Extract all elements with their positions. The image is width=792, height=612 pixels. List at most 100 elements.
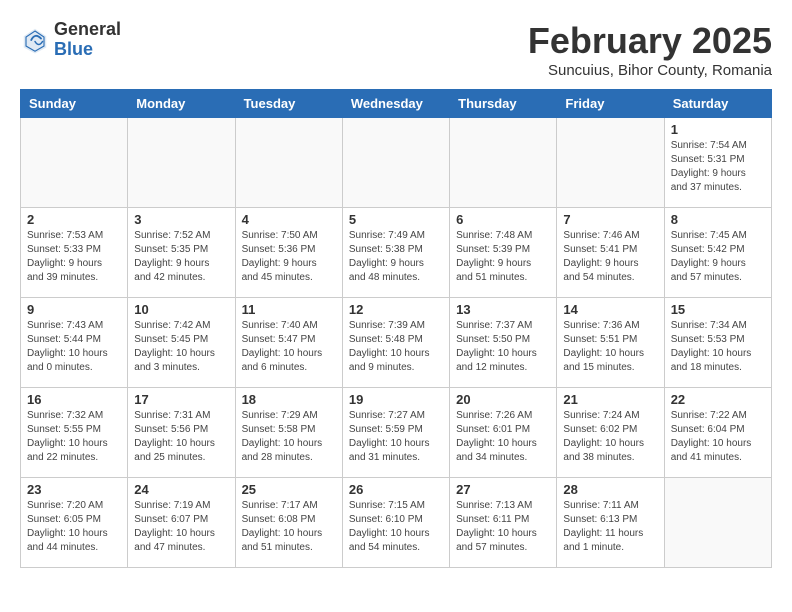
calendar-cell: 23 Sunrise: 7:20 AMSunset: 6:05 PMDayligh… <box>21 478 128 568</box>
day-info: Sunrise: 7:19 AMSunset: 6:07 PMDaylight:… <box>134 499 228 555</box>
weekday-header-friday: Friday <box>557 90 664 118</box>
week-row-1: 1 Sunrise: 7:54 AMSunset: 5:31 PMDaylight… <box>21 118 772 208</box>
calendar-cell: 14 Sunrise: 7:36 AMSunset: 5:51 PMDayligh… <box>557 298 664 388</box>
day-info: Sunrise: 7:52 AMSunset: 5:35 PMDaylight:… <box>134 229 228 285</box>
day-number: 13 <box>456 302 550 317</box>
calendar-header: SundayMondayTuesdayWednesdayThursdayFrid… <box>21 90 772 118</box>
calendar-cell: 1 Sunrise: 7:54 AMSunset: 5:31 PMDaylight… <box>664 118 771 208</box>
day-info: Sunrise: 7:42 AMSunset: 5:45 PMDaylight:… <box>134 319 228 375</box>
day-number: 20 <box>456 392 550 407</box>
calendar-cell: 24Sunrise: 7:19 AMSunset: 6:07 PMDayligh… <box>128 478 235 568</box>
calendar-cell: 3Sunrise: 7:52 AMSunset: 5:35 PMDaylight… <box>128 208 235 298</box>
calendar-cell: 12 Sunrise: 7:39 AMSunset: 5:48 PMDayligh… <box>342 298 449 388</box>
day-number: 28 <box>563 482 657 497</box>
day-info: Sunrise: 7:31 AMSunset: 5:56 PMDaylight:… <box>134 409 228 465</box>
logo-icon <box>20 25 50 55</box>
calendar-cell: 10 Sunrise: 7:42 AMSunset: 5:45 PMDayligh… <box>128 298 235 388</box>
day-info: Sunrise: 7:45 AMSunset: 5:42 PMDaylight:… <box>671 229 765 285</box>
calendar-cell: 9 Sunrise: 7:43 AMSunset: 5:44 PMDaylight… <box>21 298 128 388</box>
calendar-cell: 4 Sunrise: 7:50 AMSunset: 5:36 PMDaylight… <box>235 208 342 298</box>
day-info: Sunrise: 7:43 AMSunset: 5:44 PMDaylight:… <box>27 319 121 375</box>
calendar-cell: 21 Sunrise: 7:24 AMSunset: 6:02 PMDayligh… <box>557 388 664 478</box>
day-info: Sunrise: 7:17 AMSunset: 6:08 PMDaylight:… <box>242 499 336 555</box>
day-info: Sunrise: 7:32 AMSunset: 5:55 PMDaylight:… <box>27 409 121 465</box>
calendar-cell: 22Sunrise: 7:22 AMSunset: 6:04 PMDayligh… <box>664 388 771 478</box>
day-info: Sunrise: 7:54 AMSunset: 5:31 PMDaylight:… <box>671 139 765 195</box>
weekday-header-row: SundayMondayTuesdayWednesdayThursdayFrid… <box>21 90 772 118</box>
calendar-cell: 25 Sunrise: 7:17 AMSunset: 6:08 PMDayligh… <box>235 478 342 568</box>
calendar-cell <box>450 118 557 208</box>
calendar-cell: 26 Sunrise: 7:15 AMSunset: 6:10 PMDayligh… <box>342 478 449 568</box>
title-area: February 2025 Suncuius, Bihor County, Ro… <box>528 20 772 79</box>
calendar-cell: 5 Sunrise: 7:49 AMSunset: 5:38 PMDaylight… <box>342 208 449 298</box>
day-number: 17 <box>134 392 228 407</box>
day-info: Sunrise: 7:49 AMSunset: 5:38 PMDaylight:… <box>349 229 443 285</box>
day-number: 12 <box>349 302 443 317</box>
day-info: Sunrise: 7:20 AMSunset: 6:05 PMDaylight:… <box>27 499 121 555</box>
day-number: 6 <box>456 212 550 227</box>
calendar-cell: 6Sunrise: 7:48 AMSunset: 5:39 PMDaylight… <box>450 208 557 298</box>
day-number: 25 <box>242 482 336 497</box>
day-number: 22 <box>671 392 765 407</box>
week-row-4: 16Sunrise: 7:32 AMSunset: 5:55 PMDayligh… <box>21 388 772 478</box>
calendar-cell <box>21 118 128 208</box>
day-number: 4 <box>242 212 336 227</box>
calendar-cell: 17 Sunrise: 7:31 AMSunset: 5:56 PMDayligh… <box>128 388 235 478</box>
day-info: Sunrise: 7:29 AMSunset: 5:58 PMDaylight:… <box>242 409 336 465</box>
day-info: Sunrise: 7:46 AMSunset: 5:41 PMDaylight:… <box>563 229 657 285</box>
day-number: 21 <box>563 392 657 407</box>
weekday-header-saturday: Saturday <box>664 90 771 118</box>
day-info: Sunrise: 7:36 AMSunset: 5:51 PMDaylight:… <box>563 319 657 375</box>
day-number: 23 <box>27 482 121 497</box>
calendar-cell: 20 Sunrise: 7:26 AMSunset: 6:01 PMDayligh… <box>450 388 557 478</box>
week-row-3: 9 Sunrise: 7:43 AMSunset: 5:44 PMDaylight… <box>21 298 772 388</box>
weekday-header-wednesday: Wednesday <box>342 90 449 118</box>
day-info: Sunrise: 7:15 AMSunset: 6:10 PMDaylight:… <box>349 499 443 555</box>
weekday-header-sunday: Sunday <box>21 90 128 118</box>
location-subtitle: Suncuius, Bihor County, Romania <box>528 62 772 79</box>
day-number: 7 <box>563 212 657 227</box>
day-number: 14 <box>563 302 657 317</box>
logo-blue-text: Blue <box>54 40 121 60</box>
calendar-cell <box>342 118 449 208</box>
day-number: 27 <box>456 482 550 497</box>
day-number: 5 <box>349 212 443 227</box>
logo-general-text: General <box>54 20 121 40</box>
day-info: Sunrise: 7:24 AMSunset: 6:02 PMDaylight:… <box>563 409 657 465</box>
day-number: 9 <box>27 302 121 317</box>
day-number: 1 <box>671 122 765 137</box>
calendar-cell <box>557 118 664 208</box>
calendar-cell: 2Sunrise: 7:53 AMSunset: 5:33 PMDaylight… <box>21 208 128 298</box>
week-row-2: 2Sunrise: 7:53 AMSunset: 5:33 PMDaylight… <box>21 208 772 298</box>
calendar-body: 1 Sunrise: 7:54 AMSunset: 5:31 PMDaylight… <box>21 118 772 568</box>
calendar-cell: 28 Sunrise: 7:11 AMSunset: 6:13 PMDayligh… <box>557 478 664 568</box>
day-number: 26 <box>349 482 443 497</box>
day-info: Sunrise: 7:53 AMSunset: 5:33 PMDaylight:… <box>27 229 121 285</box>
calendar-cell: 15 Sunrise: 7:34 AMSunset: 5:53 PMDayligh… <box>664 298 771 388</box>
weekday-header-thursday: Thursday <box>450 90 557 118</box>
logo-text: General Blue <box>54 20 121 60</box>
calendar-table: SundayMondayTuesdayWednesdayThursdayFrid… <box>20 89 772 568</box>
day-number: 10 <box>134 302 228 317</box>
month-title: February 2025 <box>528 20 772 62</box>
calendar-cell: 19 Sunrise: 7:27 AMSunset: 5:59 PMDayligh… <box>342 388 449 478</box>
day-info: Sunrise: 7:37 AMSunset: 5:50 PMDaylight:… <box>456 319 550 375</box>
calendar-cell: 18Sunrise: 7:29 AMSunset: 5:58 PMDayligh… <box>235 388 342 478</box>
day-number: 8 <box>671 212 765 227</box>
day-info: Sunrise: 7:26 AMSunset: 6:01 PMDaylight:… <box>456 409 550 465</box>
day-info: Sunrise: 7:27 AMSunset: 5:59 PMDaylight:… <box>349 409 443 465</box>
calendar-cell <box>235 118 342 208</box>
day-info: Sunrise: 7:39 AMSunset: 5:48 PMDaylight:… <box>349 319 443 375</box>
logo: General Blue <box>20 20 121 60</box>
day-info: Sunrise: 7:11 AMSunset: 6:13 PMDaylight:… <box>563 499 657 555</box>
day-info: Sunrise: 7:50 AMSunset: 5:36 PMDaylight:… <box>242 229 336 285</box>
week-row-5: 23 Sunrise: 7:20 AMSunset: 6:05 PMDayligh… <box>21 478 772 568</box>
calendar-cell: 11Sunrise: 7:40 AMSunset: 5:47 PMDayligh… <box>235 298 342 388</box>
day-number: 19 <box>349 392 443 407</box>
calendar-cell <box>128 118 235 208</box>
day-number: 11 <box>242 302 336 317</box>
calendar-cell: 8 Sunrise: 7:45 AMSunset: 5:42 PMDaylight… <box>664 208 771 298</box>
day-info: Sunrise: 7:34 AMSunset: 5:53 PMDaylight:… <box>671 319 765 375</box>
calendar-cell: 13 Sunrise: 7:37 AMSunset: 5:50 PMDayligh… <box>450 298 557 388</box>
day-number: 15 <box>671 302 765 317</box>
